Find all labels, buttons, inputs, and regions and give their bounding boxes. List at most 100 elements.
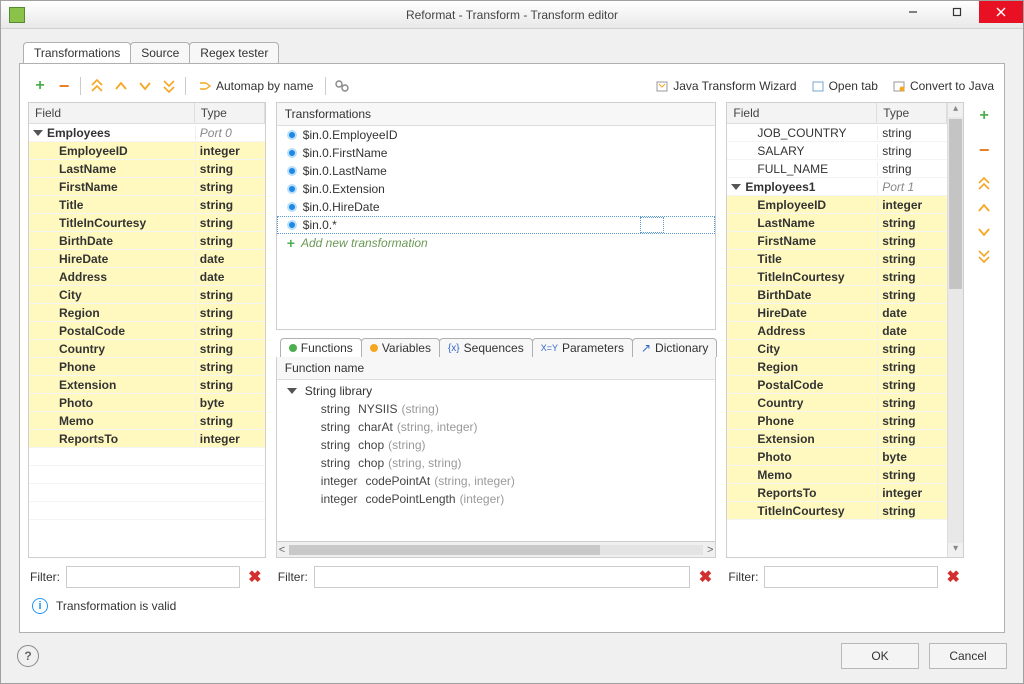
transformation-row[interactable]: $in.0.LastName	[277, 162, 716, 180]
clear-filter-button[interactable]: ✖	[246, 567, 264, 587]
remove-output-button[interactable]: −	[974, 140, 994, 160]
field-row[interactable]: EmployeeIDinteger	[29, 142, 265, 160]
java-wizard-button[interactable]: Java Transform Wizard	[655, 79, 796, 93]
output-move-down-button[interactable]	[974, 222, 994, 242]
field-row[interactable]: FirstNamestring	[727, 232, 947, 250]
convert-java-button[interactable]: Convert to Java	[892, 79, 994, 93]
transformations-list[interactable]: $in.0.EmployeeID$in.0.FirstName$in.0.Las…	[277, 126, 716, 252]
field-row[interactable]: Phonestring	[727, 412, 947, 430]
function-row[interactable]: stringNYSIIS(string)	[277, 400, 716, 418]
field-row[interactable]: Photobyte	[727, 448, 947, 466]
cancel-button[interactable]: Cancel	[929, 643, 1007, 669]
field-row[interactable]: Regionstring	[29, 304, 265, 322]
field-row[interactable]: Phonestring	[29, 358, 265, 376]
field-row[interactable]: HireDatedate	[727, 304, 947, 322]
field-row[interactable]: Extensionstring	[29, 376, 265, 394]
add-output-button[interactable]: +	[974, 106, 994, 126]
remove-button[interactable]: −	[54, 76, 74, 96]
input-fields-tree[interactable]: EmployeesPort 0EmployeeIDintegerLastName…	[29, 124, 265, 557]
horizontal-scrollbar[interactable]: <>	[277, 541, 716, 557]
move-up-button[interactable]	[111, 76, 131, 96]
field-row[interactable]: TitleInCourtesystring	[29, 214, 265, 232]
function-row[interactable]: integercodePointLength(integer)	[277, 490, 716, 508]
field-row[interactable]: PostalCodestring	[727, 376, 947, 394]
transformation-row[interactable]: $in.0.FirstName	[277, 144, 716, 162]
field-row[interactable]: SALARYstring	[727, 142, 947, 160]
clear-filter-button[interactable]: ✖	[696, 567, 714, 587]
functions-tree[interactable]: String librarystringNYSIIS(string)string…	[277, 380, 716, 541]
field-row[interactable]: Photobyte	[29, 394, 265, 412]
transformation-row[interactable]: $in.0.*	[277, 216, 716, 234]
tab-regex-tester[interactable]: Regex tester	[189, 42, 279, 63]
help-button[interactable]: ?	[17, 645, 39, 667]
output-move-bottom-button[interactable]	[974, 246, 994, 266]
add-button[interactable]: +	[30, 76, 50, 96]
field-row[interactable]: ReportsTointeger	[727, 484, 947, 502]
transformation-row[interactable]: $in.0.Extension	[277, 180, 716, 198]
field-row[interactable]: FULL_NAMEstring	[727, 160, 947, 178]
field-row[interactable]: BirthDatestring	[29, 232, 265, 250]
port-row[interactable]: EmployeesPort 0	[29, 124, 265, 142]
field-row[interactable]: BirthDatestring	[727, 286, 947, 304]
settings-button[interactable]	[332, 76, 352, 96]
center-filter-input[interactable]	[314, 566, 691, 588]
automap-button[interactable]: Automap by name	[192, 77, 319, 95]
left-filter-input[interactable]	[66, 566, 240, 588]
field-row[interactable]: Addressdate	[727, 322, 947, 340]
scroll-up-button[interactable]: ▴	[948, 103, 963, 117]
field-row[interactable]: FirstNamestring	[29, 178, 265, 196]
tab-sequences[interactable]: {x}Sequences	[439, 338, 533, 357]
add-transformation-row[interactable]: +Add new transformation	[277, 234, 716, 252]
tab-source[interactable]: Source	[130, 42, 190, 63]
move-down-button[interactable]	[135, 76, 155, 96]
tab-variables[interactable]: Variables	[361, 338, 440, 357]
library-row[interactable]: String library	[277, 382, 716, 400]
field-row[interactable]: TitleInCourtesystring	[727, 268, 947, 286]
move-top-button[interactable]	[87, 76, 107, 96]
port-row[interactable]: Employees1Port 1	[727, 178, 947, 196]
minimize-button[interactable]	[891, 1, 935, 23]
field-row[interactable]: HireDatedate	[29, 250, 265, 268]
function-row[interactable]: stringchop(string)	[277, 436, 716, 454]
close-button[interactable]	[979, 1, 1023, 23]
field-row[interactable]: ReportsTointeger	[29, 430, 265, 448]
type-header[interactable]: Type	[195, 103, 265, 123]
field-row[interactable]: LastNamestring	[727, 214, 947, 232]
field-row[interactable]: Addressdate	[29, 268, 265, 286]
scrollbar-thumb[interactable]	[949, 119, 962, 289]
right-filter-input[interactable]	[764, 566, 938, 588]
output-fields-tree[interactable]: JOB_COUNTRYstringSALARYstringFULL_NAMEst…	[727, 124, 947, 557]
field-header[interactable]: Field	[29, 103, 195, 123]
field-row[interactable]: Regionstring	[727, 358, 947, 376]
function-row[interactable]: integercodePointAt(string, integer)	[277, 472, 716, 490]
function-row[interactable]: stringcharAt(string, integer)	[277, 418, 716, 436]
field-row[interactable]: Titlestring	[727, 250, 947, 268]
field-row[interactable]: TitleInCourtesystring	[727, 502, 947, 520]
scroll-down-button[interactable]: ▾	[948, 543, 963, 557]
tab-transformations[interactable]: Transformations	[23, 42, 131, 63]
type-header[interactable]: Type	[877, 103, 947, 123]
maximize-button[interactable]	[935, 1, 979, 23]
field-row[interactable]: PostalCodestring	[29, 322, 265, 340]
tab-functions[interactable]: Functions	[280, 338, 362, 357]
open-tab-button[interactable]: Open tab	[811, 79, 878, 93]
field-row[interactable]: EmployeeIDinteger	[727, 196, 947, 214]
tab-parameters[interactable]: X=YParameters	[532, 338, 633, 357]
field-row[interactable]: JOB_COUNTRYstring	[727, 124, 947, 142]
vertical-scrollbar[interactable]: ▴ ▾	[947, 103, 963, 557]
ok-button[interactable]: OK	[841, 643, 919, 669]
transformation-row[interactable]: $in.0.EmployeeID	[277, 126, 716, 144]
field-row[interactable]: Citystring	[727, 340, 947, 358]
field-row[interactable]: Citystring	[29, 286, 265, 304]
field-row[interactable]: Countrystring	[727, 394, 947, 412]
field-row[interactable]: Countrystring	[29, 340, 265, 358]
tab-dictionary[interactable]: ↗Dictionary	[632, 338, 717, 357]
field-row[interactable]: Memostring	[727, 466, 947, 484]
clear-filter-button[interactable]: ✖	[944, 567, 962, 587]
field-header[interactable]: Field	[727, 103, 877, 123]
transformation-row[interactable]: $in.0.HireDate	[277, 198, 716, 216]
function-row[interactable]: stringchop(string, string)	[277, 454, 716, 472]
scrollbar-thumb[interactable]	[289, 545, 599, 555]
field-row[interactable]: LastNamestring	[29, 160, 265, 178]
field-row[interactable]: Extensionstring	[727, 430, 947, 448]
